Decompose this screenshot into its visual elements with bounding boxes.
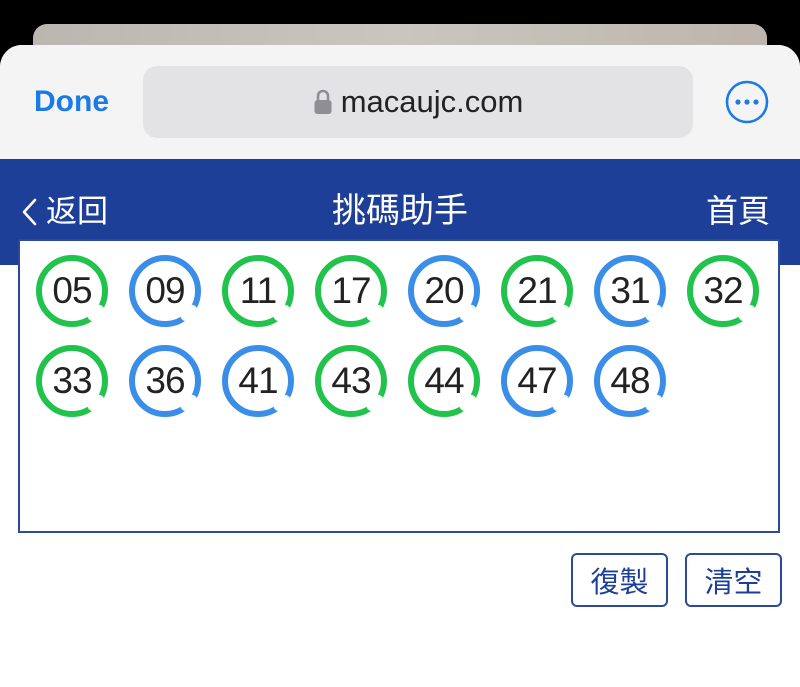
ball-number: 17: [331, 270, 371, 311]
home-button[interactable]: 首頁: [706, 192, 770, 230]
ball-number: 32: [703, 270, 743, 311]
clear-button[interactable]: 清空: [685, 553, 782, 607]
number-ball[interactable]: 33: [36, 345, 108, 417]
ball-number: 41: [238, 360, 278, 401]
number-ball[interactable]: 11: [222, 255, 294, 327]
number-ball[interactable]: 09: [129, 255, 201, 327]
selected-numbers-panel: 05 09 11 17 20 21 31 32 33 36 41 43 44 47 48: [18, 239, 780, 533]
number-ball[interactable]: 20: [408, 255, 480, 327]
ball-number: 20: [424, 270, 464, 311]
number-ball[interactable]: 41: [222, 345, 294, 417]
page-title: 挑碼助手: [332, 191, 468, 231]
done-button[interactable]: Done: [34, 85, 109, 119]
number-ball[interactable]: 47: [501, 345, 573, 417]
more-options-icon[interactable]: [725, 80, 769, 124]
number-ball[interactable]: 36: [129, 345, 201, 417]
ball-number: 44: [424, 360, 464, 401]
ball-number: 33: [52, 360, 92, 401]
ball-number: 05: [52, 270, 92, 311]
browser-toolbar: Done macaujc.com: [0, 45, 800, 159]
number-ball[interactable]: 21: [501, 255, 573, 327]
ball-number: 48: [610, 360, 650, 401]
ball-number: 09: [145, 270, 185, 311]
ball-number: 31: [610, 270, 650, 311]
ball-number: 36: [145, 360, 185, 401]
number-ball[interactable]: 48: [594, 345, 666, 417]
ball-number: 47: [517, 360, 557, 401]
ball-grid: 05 09 11 17 20 21 31 32 33 36 41 43 44 47 48: [36, 255, 796, 435]
ball-number: 11: [239, 270, 277, 311]
lock-icon: [313, 89, 333, 115]
address-bar[interactable]: macaujc.com: [143, 66, 693, 138]
number-ball[interactable]: 31: [594, 255, 666, 327]
number-ball[interactable]: 44: [408, 345, 480, 417]
number-ball[interactable]: 17: [315, 255, 387, 327]
ball-number: 21: [517, 270, 557, 311]
number-ball[interactable]: 32: [687, 255, 759, 327]
number-ball[interactable]: 43: [315, 345, 387, 417]
url-text: macaujc.com: [340, 84, 524, 119]
number-ball[interactable]: 05: [36, 255, 108, 327]
copy-button[interactable]: 復製: [571, 553, 668, 607]
ball-number: 43: [331, 360, 371, 401]
